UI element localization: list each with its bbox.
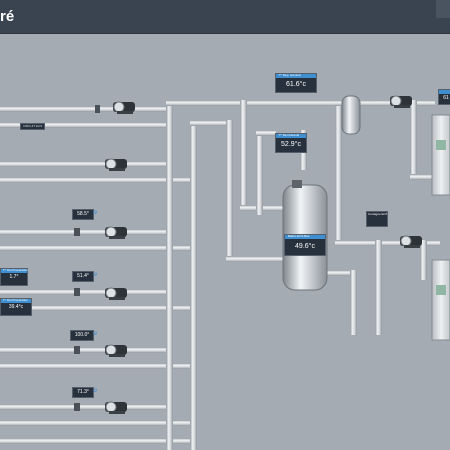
widget-value: 51.4° — [77, 273, 89, 279]
widget-value: 49.6°c — [295, 243, 315, 250]
pump-icon — [105, 158, 127, 171]
right-temp-widget[interactable]: 61 — [438, 89, 450, 105]
pump-icon — [113, 101, 135, 114]
widget-label: T° Ret Général — [279, 133, 300, 137]
left-temp-widget[interactable]: T° Ret Préparation 39.4°c — [0, 298, 32, 316]
circuit-temp-widget[interactable]: 51.4° — [72, 271, 94, 282]
widget-label: Consigne ECS — [368, 212, 387, 216]
widget-label: T° Dép. Général — [279, 73, 301, 77]
gear-icon[interactable]: ⚙ — [93, 332, 98, 337]
pump-icon — [400, 235, 422, 248]
page-title: ré — [0, 8, 15, 25]
widget-value: 58.5° — [77, 211, 89, 217]
widget-value: 100.0° — [74, 332, 90, 338]
widget-label: T° Ret Préparation — [3, 268, 28, 272]
menu-corner[interactable] — [436, 0, 450, 18]
pump-icon — [105, 226, 127, 239]
pump-icon — [105, 401, 127, 414]
widget-value: 1.7° — [9, 274, 19, 280]
supply-temp-widget[interactable]: T° Dép. Général 61.6°c — [275, 73, 317, 93]
widget-label: Ballon ECS Bas — [288, 234, 310, 238]
widget-value: 39.4°c — [8, 304, 24, 310]
widget-label: T° Ret Préparation — [3, 298, 28, 302]
widget-value: 61.6°c — [286, 81, 306, 88]
setpoint-widget[interactable]: Consigne ECS — [366, 211, 388, 227]
boiler-units[interactable] — [431, 114, 450, 341]
pump-icon — [105, 287, 127, 300]
gear-icon[interactable]: ⚙ — [93, 273, 98, 278]
tank-temp-widget[interactable]: Ballon ECS Bas 49.6°c — [284, 234, 326, 256]
circuit-temp-widget[interactable]: 100.0° — [70, 330, 94, 341]
gear-icon[interactable]: ⚙ — [93, 389, 98, 394]
expansion-vessel — [341, 95, 361, 135]
circuit-temp-widget[interactable]: 71.3° — [72, 387, 94, 398]
top-bar: ré — [0, 0, 450, 34]
circuit-temp-widget[interactable]: 58.5° — [72, 209, 94, 220]
widget-value: 52.9°c — [281, 141, 301, 148]
gear-icon[interactable]: ⚙ — [93, 211, 98, 216]
widget-value: 61 — [443, 95, 449, 101]
hydraulic-diagram — [0, 95, 450, 450]
pump-icon — [105, 344, 127, 357]
widget-value: 71.3° — [77, 389, 89, 395]
left-temp-widget[interactable]: T° Ret Préparation 1.7° — [0, 268, 28, 286]
pump-icon — [390, 95, 412, 108]
circuit-tag: CIRCUIT ECS — [20, 123, 46, 130]
return-temp-widget[interactable]: T° Ret Général 52.9°c — [275, 133, 307, 153]
